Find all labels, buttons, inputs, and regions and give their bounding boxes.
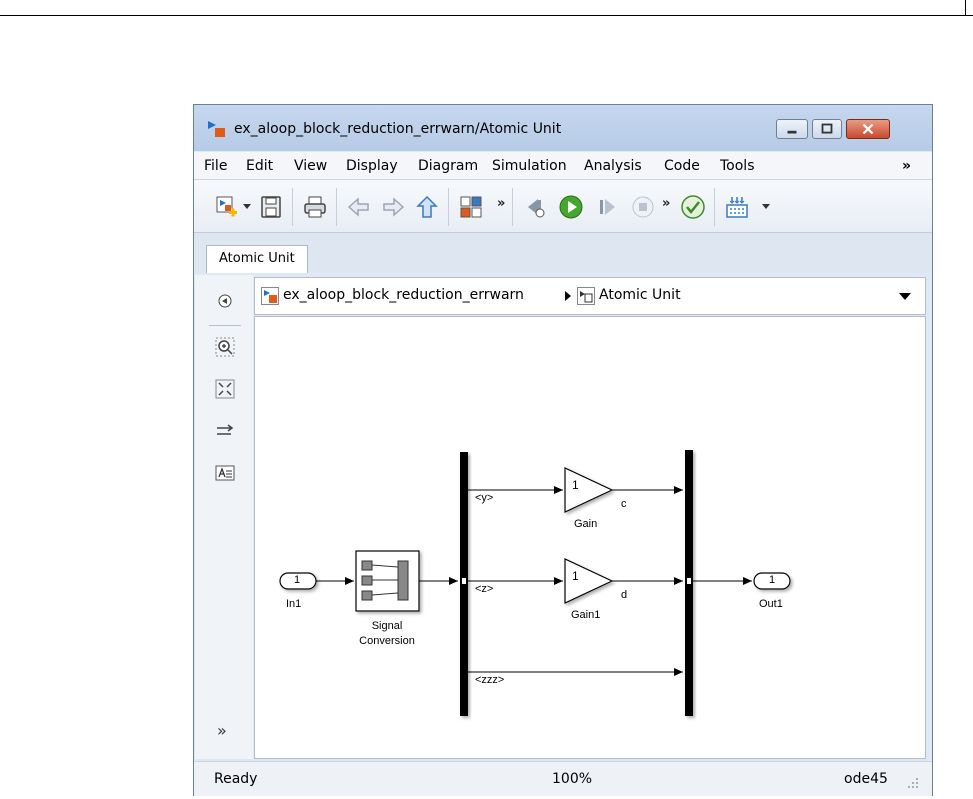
- zoom-level: 100%: [552, 771, 593, 787]
- simulink-window: ex_aloop_block_reduction_errwarn/Atomic …: [193, 104, 933, 796]
- window-title: ex_aloop_block_reduction_errwarn/Atomic …: [234, 121, 562, 137]
- status-text: Ready: [214, 771, 258, 787]
- stop-icon[interactable]: [630, 194, 656, 220]
- resize-grip-icon[interactable]: [906, 776, 920, 790]
- menu-simulation[interactable]: Simulation: [492, 158, 567, 174]
- save-icon[interactable]: [258, 194, 284, 220]
- signal-label-zzz: <zzz>: [475, 674, 505, 686]
- zoom-icon[interactable]: [215, 337, 235, 357]
- menu-code[interactable]: Code: [664, 158, 700, 174]
- diagram-canvas[interactable]: 1 In1 Signal Conversion <y> <z> <zzz> 1 …: [254, 316, 926, 759]
- address-dropdown-icon[interactable]: [899, 293, 911, 300]
- hide-explorer-icon[interactable]: [215, 291, 235, 311]
- subsystem-icon: [577, 287, 595, 305]
- signal-label-y: <y>: [475, 492, 494, 504]
- in1-label: In1: [286, 598, 302, 610]
- forward-icon[interactable]: [380, 194, 406, 220]
- solver-name[interactable]: ode45: [844, 771, 888, 787]
- address-bar[interactable]: ex_aloop_block_reduction_errwarn Atomic …: [254, 277, 926, 315]
- signal-label-c: c: [621, 498, 627, 510]
- gain-value: 1: [572, 478, 579, 492]
- new-model-icon[interactable]: [214, 194, 240, 220]
- print-icon[interactable]: [302, 194, 328, 220]
- signal-conversion-label-1: Signal: [371, 620, 403, 632]
- page-top-rule: [0, 15, 973, 16]
- menu-file[interactable]: File: [204, 158, 227, 174]
- close-button[interactable]: [846, 119, 890, 139]
- back-icon[interactable]: [346, 194, 372, 220]
- step-back-icon[interactable]: [522, 194, 548, 220]
- menu-edit[interactable]: Edit: [246, 158, 273, 174]
- title-bar[interactable]: ex_aloop_block_reduction_errwarn/Atomic …: [194, 105, 932, 151]
- out1-port-number: 1: [769, 574, 776, 586]
- library-icon[interactable]: [724, 194, 750, 220]
- menu-analysis[interactable]: Analysis: [584, 158, 642, 174]
- new-model-dropdown-icon[interactable]: [243, 204, 251, 209]
- toolbar-separator: [336, 188, 337, 226]
- out1-label: Out1: [759, 598, 783, 610]
- left-palette: »: [195, 275, 253, 759]
- palette-divider: [209, 325, 241, 326]
- toolbar-separator: [292, 188, 293, 226]
- minimize-button[interactable]: [776, 119, 808, 139]
- check-icon[interactable]: [680, 194, 706, 220]
- signal-label-z: <z>: [475, 583, 494, 595]
- signal-conversion-label-2: Conversion: [359, 635, 415, 647]
- signal-label-d: d: [621, 589, 628, 601]
- maximize-button[interactable]: [812, 119, 842, 139]
- simulink-model-icon: [206, 119, 228, 139]
- toolbar-overflow-2[interactable]: »: [662, 196, 670, 211]
- in1-port-number: 1: [294, 574, 301, 586]
- up-icon[interactable]: [414, 194, 440, 220]
- menu-view[interactable]: View: [294, 158, 327, 174]
- gain1-value: 1: [572, 569, 579, 583]
- model-icon: [261, 287, 279, 305]
- run-icon[interactable]: [558, 194, 584, 220]
- menu-diagram[interactable]: Diagram: [418, 158, 478, 174]
- toolbar: » »: [194, 180, 932, 233]
- breadcrumb-separator-icon: [565, 291, 571, 301]
- toolbar-overflow-1[interactable]: »: [497, 196, 505, 211]
- tab-atomic-unit[interactable]: Atomic Unit: [206, 245, 308, 273]
- fit-to-view-icon[interactable]: [215, 379, 235, 399]
- menu-overflow[interactable]: »: [902, 158, 911, 174]
- annotation-icon[interactable]: [215, 463, 235, 483]
- breadcrumb-model[interactable]: ex_aloop_block_reduction_errwarn: [283, 287, 524, 303]
- library-dropdown-icon[interactable]: [762, 204, 770, 209]
- block-diagram: [279, 450, 791, 716]
- menu-display[interactable]: Display: [346, 158, 398, 174]
- step-forward-icon[interactable]: [594, 194, 620, 220]
- status-bar: Ready 100% ode45: [194, 761, 932, 796]
- model-explorer-icon[interactable]: [458, 194, 484, 220]
- palette-overflow[interactable]: »: [217, 721, 227, 740]
- menu-bar: File Edit View Display Diagram Simulatio…: [194, 152, 932, 180]
- gain-label: Gain: [574, 518, 598, 530]
- page-top-tick: [965, 0, 966, 16]
- toolbar-separator: [448, 188, 449, 226]
- route-lines-icon[interactable]: [215, 421, 235, 441]
- toolbar-separator: [714, 188, 715, 226]
- gain1-label: Gain1: [571, 609, 601, 621]
- toolbar-separator: [512, 188, 513, 226]
- breadcrumb-subsystem[interactable]: Atomic Unit: [599, 287, 681, 303]
- menu-tools[interactable]: Tools: [720, 158, 755, 174]
- tab-strip: Atomic Unit: [194, 233, 932, 273]
